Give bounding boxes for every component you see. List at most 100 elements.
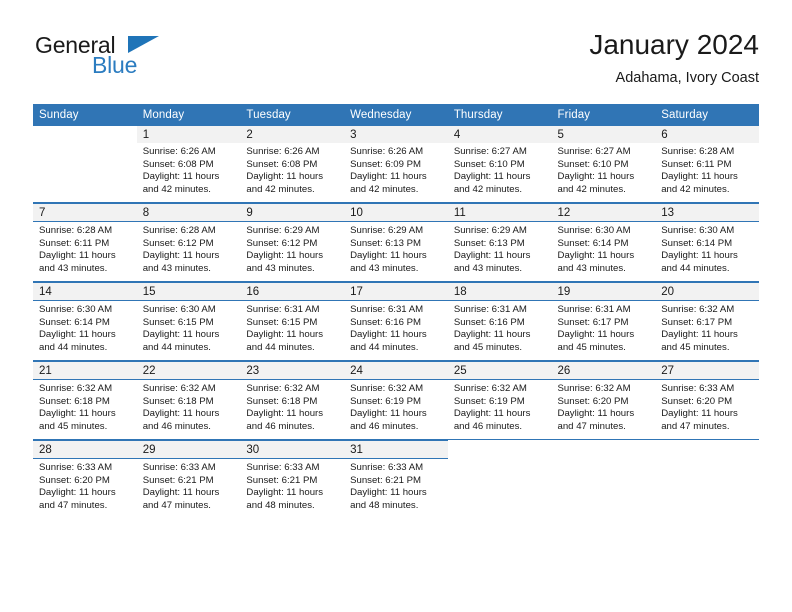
day-detail-row: Sunrise: 6:29 AM Sunset: 6:13 PM Daylight:… bbox=[447, 221, 552, 281]
calendar-day-cell[interactable]: 23 Sunrise: 6:32 AM Sunset: 6:18 PM Dayligh… bbox=[240, 360, 345, 440]
daylight-text: Daylight: 11 hours and 44 minutes. bbox=[39, 329, 116, 353]
calendar-day-cell[interactable]: 19 Sunrise: 6:31 AM Sunset: 6:17 PM Dayligh… bbox=[551, 281, 656, 361]
day-number-cell: 24 bbox=[344, 361, 448, 380]
day-cell-inner: 28 Sunrise: 6:33 AM Sunset: 6:20 PM Dayligh… bbox=[33, 440, 137, 518]
calendar-day-cell[interactable]: 26 Sunrise: 6:32 AM Sunset: 6:20 PM Dayligh… bbox=[551, 360, 656, 440]
day-cell-inner: 19 Sunrise: 6:31 AM Sunset: 6:17 PM Dayligh… bbox=[551, 282, 656, 360]
calendar-day-cell[interactable]: 20 Sunrise: 6:32 AM Sunset: 6:17 PM Dayligh… bbox=[655, 281, 759, 361]
day-number-row: 27 bbox=[655, 361, 759, 380]
day-detail: Sunrise: 6:33 AM Sunset: 6:20 PM Daylight:… bbox=[655, 380, 759, 439]
day-number-row: 30 bbox=[240, 440, 345, 459]
calendar-day-cell[interactable]: 1 Sunrise: 6:26 AM Sunset: 6:08 PM Daylight… bbox=[136, 126, 241, 203]
day-cell-inner: 3 Sunrise: 6:26 AM Sunset: 6:09 PM Daylight… bbox=[344, 126, 448, 202]
sunrise-text: Sunrise: 6:32 AM bbox=[453, 383, 527, 394]
sunset-text: Sunset: 6:18 PM bbox=[246, 395, 318, 407]
weekday-header-thursday: Thursday bbox=[447, 104, 552, 126]
calendar-day-cell[interactable]: 18 Sunrise: 6:31 AM Sunset: 6:16 PM Dayligh… bbox=[447, 281, 552, 361]
calendar-day-cell[interactable]: 4 Sunrise: 6:27 AM Sunset: 6:10 PM Daylight… bbox=[447, 126, 552, 203]
day-cell-inner: 25 Sunrise: 6:32 AM Sunset: 6:19 PM Dayligh… bbox=[447, 361, 552, 439]
day-detail-cell: Sunrise: 6:29 AM Sunset: 6:12 PM Daylight:… bbox=[240, 221, 345, 281]
sunrise-text: Sunrise: 6:30 AM bbox=[39, 304, 113, 315]
calendar-week-row: 7 Sunrise: 6:28 AM Sunset: 6:11 PM Daylight… bbox=[33, 202, 759, 282]
calendar-day-cell[interactable]: 8 Sunrise: 6:28 AM Sunset: 6:12 PM Daylight… bbox=[136, 202, 241, 282]
calendar-day-cell[interactable]: 6 Sunrise: 6:28 AM Sunset: 6:11 PM Daylight… bbox=[655, 126, 759, 203]
sunset-text: Sunset: 6:21 PM bbox=[142, 474, 214, 486]
calendar-day-cell[interactable]: 2 Sunrise: 6:26 AM Sunset: 6:08 PM Daylight… bbox=[240, 126, 345, 203]
day-detail-row: Sunrise: 6:33 AM Sunset: 6:20 PM Daylight:… bbox=[655, 379, 759, 439]
day-number: 11 bbox=[453, 207, 466, 219]
page-subtitle: Adahama, Ivory Coast bbox=[615, 70, 759, 86]
day-detail-row: Sunrise: 6:30 AM Sunset: 6:14 PM Daylight:… bbox=[655, 221, 759, 281]
weekday-header-saturday: Saturday bbox=[655, 104, 759, 126]
day-number-cell: 21 bbox=[33, 361, 137, 380]
day-detail: Sunrise: 6:26 AM Sunset: 6:08 PM Daylight:… bbox=[137, 143, 241, 202]
daylight-text: Daylight: 11 hours and 42 minutes. bbox=[661, 171, 738, 195]
day-number-row: 14 bbox=[33, 282, 137, 301]
calendar-day-cell[interactable]: 31 Sunrise: 6:33 AM Sunset: 6:21 PM Dayligh… bbox=[344, 439, 448, 518]
day-detail-row: Sunrise: 6:27 AM Sunset: 6:10 PM Daylight:… bbox=[552, 143, 656, 202]
day-detail: Sunrise: 6:31 AM Sunset: 6:15 PM Daylight:… bbox=[240, 301, 344, 360]
day-cell-inner: 7 Sunrise: 6:28 AM Sunset: 6:11 PM Daylight… bbox=[33, 203, 137, 281]
day-number-cell: 13 bbox=[655, 203, 759, 222]
sunrise-text: Sunrise: 6:29 AM bbox=[453, 225, 527, 236]
day-detail-row: Sunrise: 6:32 AM Sunset: 6:17 PM Daylight:… bbox=[655, 300, 759, 360]
calendar-day-cell[interactable]: 11 Sunrise: 6:29 AM Sunset: 6:13 PM Dayligh… bbox=[447, 202, 552, 282]
calendar-day-cell[interactable]: 12 Sunrise: 6:30 AM Sunset: 6:14 PM Dayligh… bbox=[551, 202, 656, 282]
day-detail-row: Sunrise: 6:33 AM Sunset: 6:21 PM Daylight:… bbox=[136, 458, 241, 518]
day-number-row: 17 bbox=[344, 282, 448, 301]
calendar-day-cell[interactable]: 15 Sunrise: 6:30 AM Sunset: 6:15 PM Dayligh… bbox=[136, 281, 241, 361]
calendar-table: Sunday Monday Tuesday Wednesday Thursday Frid… bbox=[33, 104, 759, 518]
calendar-day-cell[interactable]: 17 Sunrise: 6:31 AM Sunset: 6:16 PM Dayligh… bbox=[344, 281, 448, 361]
calendar-day-cell[interactable]: 28 Sunrise: 6:33 AM Sunset: 6:20 PM Dayligh… bbox=[33, 439, 137, 518]
calendar-day-cell[interactable]: 14 Sunrise: 6:30 AM Sunset: 6:14 PM Dayligh… bbox=[33, 281, 137, 361]
calendar-day-cell[interactable]: 30 Sunrise: 6:33 AM Sunset: 6:21 PM Dayligh… bbox=[240, 439, 345, 518]
calendar-day-cell[interactable]: 7 Sunrise: 6:28 AM Sunset: 6:11 PM Daylight… bbox=[33, 202, 137, 282]
sunset-text: Sunset: 6:18 PM bbox=[39, 395, 110, 407]
day-number-row: 22 bbox=[136, 361, 241, 380]
triangle-logo-icon bbox=[128, 36, 159, 53]
calendar-day-cell[interactable]: 25 Sunrise: 6:32 AM Sunset: 6:19 PM Dayligh… bbox=[447, 360, 552, 440]
day-detail-row: Sunrise: 6:33 AM Sunset: 6:20 PM Daylight:… bbox=[33, 458, 137, 518]
calendar-page: General Blue January 2024 Adahama, Ivory… bbox=[0, 0, 792, 612]
day-number: 23 bbox=[246, 365, 260, 377]
day-cell-inner: 6 Sunrise: 6:28 AM Sunset: 6:11 PM Daylight… bbox=[655, 126, 759, 202]
sunset-text: Sunset: 6:13 PM bbox=[453, 237, 525, 249]
calendar-day-cell[interactable]: 5 Sunrise: 6:27 AM Sunset: 6:10 PM Daylight… bbox=[551, 126, 656, 203]
day-cell-inner: 27 Sunrise: 6:33 AM Sunset: 6:20 PM Dayligh… bbox=[655, 361, 759, 439]
calendar-day-cell[interactable]: 27 Sunrise: 6:33 AM Sunset: 6:20 PM Dayligh… bbox=[655, 360, 759, 440]
day-detail-row: Sunrise: 6:31 AM Sunset: 6:15 PM Daylight:… bbox=[240, 300, 345, 360]
calendar-day-cell[interactable]: 16 Sunrise: 6:31 AM Sunset: 6:15 PM Dayligh… bbox=[240, 281, 345, 361]
day-detail: Sunrise: 6:30 AM Sunset: 6:14 PM Daylight:… bbox=[552, 222, 656, 281]
daylight-text: Daylight: 11 hours and 42 minutes. bbox=[557, 171, 635, 195]
calendar-day-cell[interactable]: 13 Sunrise: 6:30 AM Sunset: 6:14 PM Dayligh… bbox=[655, 202, 759, 282]
day-cell-inner: 14 Sunrise: 6:30 AM Sunset: 6:14 PM Dayligh… bbox=[33, 282, 137, 360]
calendar-day-cell[interactable]: 24 Sunrise: 6:32 AM Sunset: 6:19 PM Dayligh… bbox=[344, 360, 448, 440]
day-number-cell: 20 bbox=[655, 282, 759, 301]
sunrise-text: Sunrise: 6:33 AM bbox=[350, 462, 424, 473]
calendar-day-cell[interactable]: 21 Sunrise: 6:32 AM Sunset: 6:18 PM Dayligh… bbox=[33, 360, 137, 440]
day-number-cell: 11 bbox=[447, 203, 552, 222]
sunset-text: Sunset: 6:13 PM bbox=[350, 237, 422, 249]
calendar-day-cell[interactable]: 22 Sunrise: 6:32 AM Sunset: 6:18 PM Dayligh… bbox=[136, 360, 241, 440]
day-number: 9 bbox=[246, 207, 253, 219]
calendar-day-cell[interactable]: 29 Sunrise: 6:33 AM Sunset: 6:21 PM Dayligh… bbox=[136, 439, 241, 518]
sunrise-text: Sunrise: 6:33 AM bbox=[39, 462, 113, 473]
sunrise-text: Sunrise: 6:31 AM bbox=[350, 304, 424, 315]
day-cell-inner: 10 Sunrise: 6:29 AM Sunset: 6:13 PM Dayligh… bbox=[344, 203, 448, 281]
day-number: 4 bbox=[453, 129, 461, 141]
day-detail: Sunrise: 6:26 AM Sunset: 6:09 PM Daylight:… bbox=[344, 143, 448, 202]
day-detail: Sunrise: 6:32 AM Sunset: 6:18 PM Daylight:… bbox=[137, 380, 241, 439]
day-number-cell: 1 bbox=[136, 126, 241, 143]
calendar-day-cell[interactable]: 3 Sunrise: 6:26 AM Sunset: 6:09 PM Daylight… bbox=[344, 126, 448, 203]
day-detail-cell: Sunrise: 6:28 AM Sunset: 6:12 PM Daylight:… bbox=[136, 221, 241, 281]
day-cell-inner: 31 Sunrise: 6:33 AM Sunset: 6:21 PM Dayligh… bbox=[344, 440, 448, 518]
calendar-day-cell[interactable]: 9 Sunrise: 6:29 AM Sunset: 6:12 PM Daylight… bbox=[240, 202, 345, 282]
sunset-text: Sunset: 6:08 PM bbox=[246, 158, 318, 170]
day-detail: Sunrise: 6:27 AM Sunset: 6:10 PM Daylight:… bbox=[552, 143, 656, 202]
daylight-text: Daylight: 11 hours and 48 minutes. bbox=[350, 487, 427, 511]
sunset-text: Sunset: 6:19 PM bbox=[350, 395, 422, 407]
day-cell-inner: 8 Sunrise: 6:28 AM Sunset: 6:12 PM Daylight… bbox=[136, 203, 241, 281]
calendar-day-cell[interactable]: 10 Sunrise: 6:29 AM Sunset: 6:13 PM Dayligh… bbox=[344, 202, 448, 282]
weekday-header-monday: Monday bbox=[136, 104, 241, 126]
day-number-row: 12 bbox=[551, 203, 656, 222]
